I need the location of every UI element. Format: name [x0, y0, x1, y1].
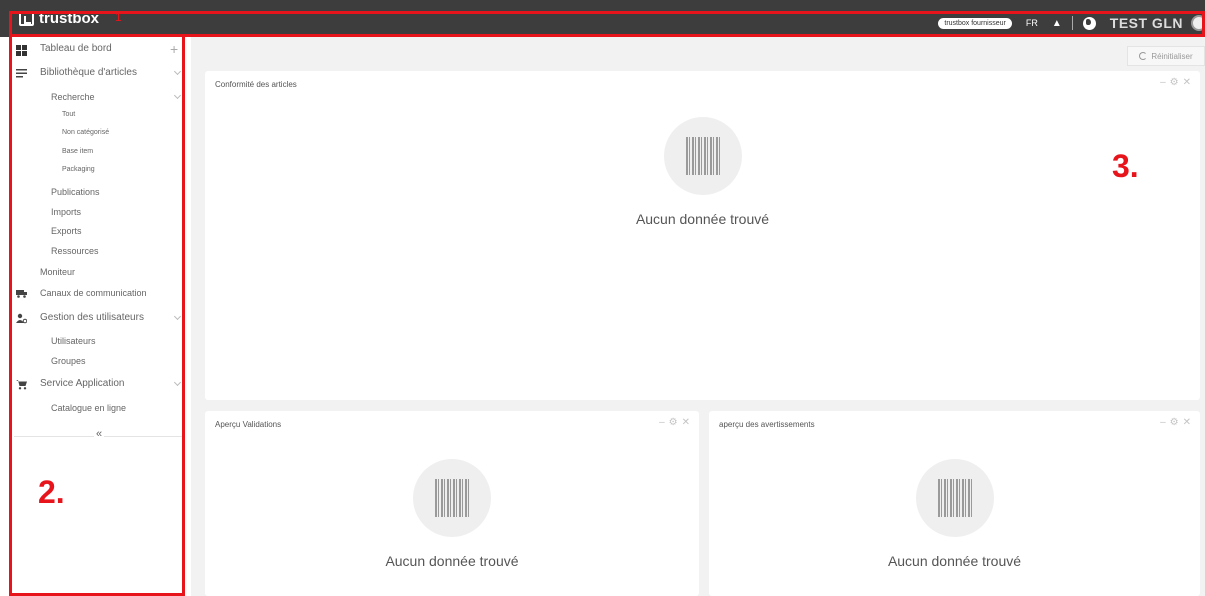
- chevron-down-icon[interactable]: [173, 67, 182, 76]
- sidebar-item-service-application[interactable]: Service Application: [40, 378, 125, 389]
- barcode-icon: [685, 137, 720, 175]
- sidebar-item-search[interactable]: Recherche: [51, 92, 95, 102]
- annotation-marker-1: 1: [115, 10, 122, 24]
- widget-tools: – ⚙ ✕: [1160, 417, 1191, 428]
- brand-name: trustbox: [39, 10, 99, 27]
- empty-message: Aucun donnée trouvé: [887, 553, 1022, 569]
- refresh-icon: [1139, 52, 1148, 60]
- divider: [1071, 16, 1073, 30]
- barcode-circle: [413, 459, 491, 537]
- sidebar-item-publications[interactable]: Publications: [51, 187, 100, 197]
- sidebar-item-packaging[interactable]: Packaging: [62, 166, 95, 173]
- role-badge[interactable]: trustbox fournisseur: [938, 17, 1012, 29]
- language-selector[interactable]: FR: [1026, 18, 1038, 28]
- barcode-circle: [915, 459, 994, 537]
- widget-title: Aperçu Validations: [215, 420, 282, 429]
- brand-logo[interactable]: trustbox: [19, 10, 99, 27]
- sidebar-item-monitor[interactable]: Moniteur: [40, 267, 75, 277]
- topbar-actions: trustbox fournisseur FR ▲ TEST GLN: [938, 12, 1205, 34]
- widget-compliance: Conformité des articles – ⚙ ✕ Aucun donn…: [205, 71, 1200, 400]
- gear-icon[interactable]: ⚙: [1170, 77, 1179, 88]
- top-bar: trustbox 1 trustbox fournisseur FR ▲ TES…: [0, 0, 1205, 37]
- barcode-circle: [663, 117, 742, 195]
- sidebar-item-all[interactable]: Tout: [62, 111, 75, 118]
- minimize-icon[interactable]: –: [1160, 77, 1166, 88]
- barcode-icon: [937, 479, 972, 517]
- trustbox-logo-icon: [19, 11, 34, 26]
- dashboard-grid-icon: [16, 45, 27, 56]
- add-icon[interactable]: +: [170, 41, 178, 57]
- sidebar: Tableau de bord + Bibliothèque d'article…: [0, 37, 191, 596]
- sidebar-item-base-item[interactable]: Base item: [62, 148, 93, 155]
- widget-warnings: aperçu des avertissements – ⚙ ✕ Aucun do…: [709, 411, 1200, 596]
- sidebar-item-online-catalog[interactable]: Catalogue en ligne: [51, 403, 126, 413]
- avatar[interactable]: [1191, 15, 1205, 31]
- empty-message: Aucun donnée trouvé: [385, 553, 519, 569]
- widget-validations: Aperçu Validations – ⚙ ✕ Aucun donnée tr…: [205, 411, 699, 596]
- empty-state: Aucun donnée trouvé: [205, 459, 699, 569]
- sidebar-item-users[interactable]: Utilisateurs: [51, 336, 96, 346]
- barcode-icon: [435, 479, 469, 517]
- gear-icon[interactable]: ⚙: [669, 417, 678, 428]
- collapse-sidebar-icon[interactable]: «: [94, 428, 105, 440]
- sidebar-item-groups[interactable]: Groupes: [51, 356, 86, 366]
- globe-icon[interactable]: [1082, 16, 1096, 30]
- sidebar-item-exports[interactable]: Exports: [51, 226, 82, 236]
- close-icon[interactable]: ✕: [1183, 77, 1191, 88]
- sidebar-item-channels[interactable]: Canaux de communication: [40, 288, 147, 298]
- minimize-icon[interactable]: –: [1160, 417, 1166, 428]
- truck-icon: [16, 290, 27, 298]
- account-name[interactable]: TEST GLN: [1110, 15, 1183, 31]
- widget-tools: – ⚙ ✕: [659, 417, 690, 428]
- chevron-down-icon[interactable]: [173, 312, 182, 321]
- empty-state: Aucun donnée trouvé: [709, 459, 1200, 569]
- reset-label: Réinitialiser: [1151, 51, 1193, 61]
- annotation-marker-3: 3.: [1112, 148, 1139, 184]
- sidebar-item-uncategorized[interactable]: Non catégorisé: [62, 129, 109, 136]
- close-icon[interactable]: ✕: [1183, 417, 1191, 428]
- widget-title: Conformité des articles: [215, 80, 297, 89]
- sidebar-item-library[interactable]: Bibliothèque d'articles: [40, 67, 137, 78]
- users-icon: [16, 313, 27, 324]
- widget-tools: – ⚙ ✕: [1160, 77, 1191, 88]
- reset-button[interactable]: Réinitialiser: [1127, 46, 1205, 66]
- sidebar-item-resources[interactable]: Ressources: [51, 246, 99, 256]
- empty-state: Aucun donnée trouvé: [205, 117, 1200, 227]
- minimize-icon[interactable]: –: [659, 417, 665, 428]
- annotation-marker-2: 2.: [38, 474, 65, 510]
- widget-title: aperçu des avertissements: [719, 420, 815, 429]
- chevron-down-icon[interactable]: [173, 378, 182, 387]
- close-icon[interactable]: ✕: [682, 417, 690, 428]
- bell-icon[interactable]: ▲: [1052, 18, 1062, 29]
- sidebar-item-imports[interactable]: Imports: [51, 207, 81, 217]
- gear-icon[interactable]: ⚙: [1170, 417, 1179, 428]
- sidebar-item-user-management[interactable]: Gestion des utilisateurs: [40, 312, 144, 323]
- empty-message: Aucun donnée trouvé: [635, 211, 770, 227]
- chevron-down-icon[interactable]: [173, 91, 182, 100]
- sidebar-item-dashboard[interactable]: Tableau de bord: [40, 43, 112, 54]
- list-icon: [16, 69, 27, 78]
- cart-icon: [16, 380, 27, 390]
